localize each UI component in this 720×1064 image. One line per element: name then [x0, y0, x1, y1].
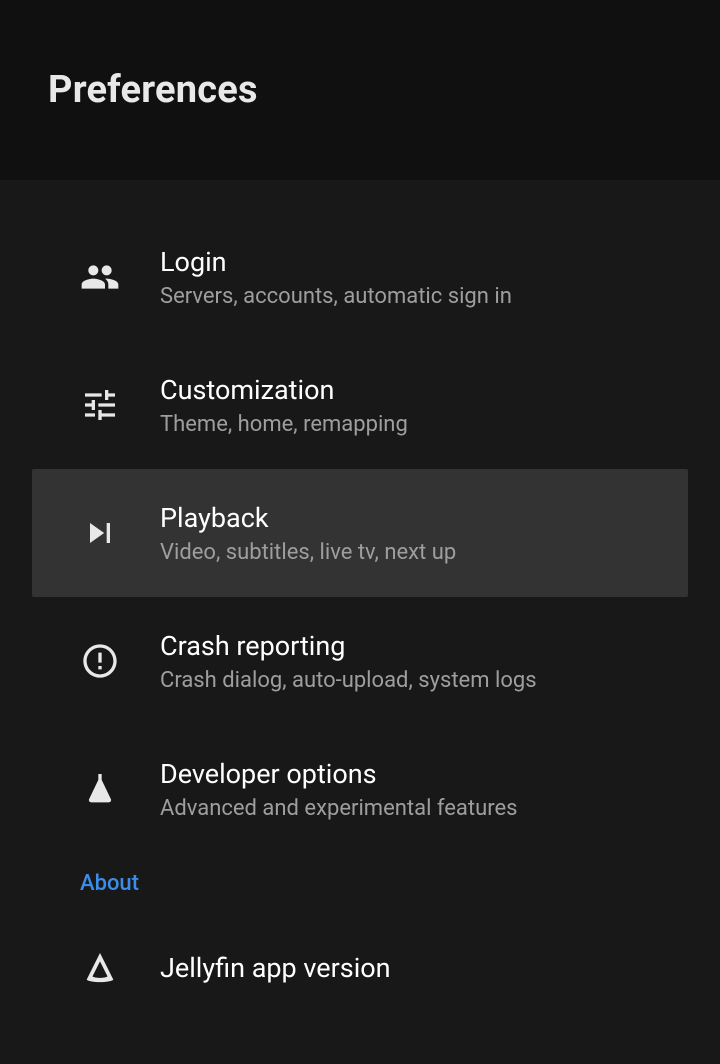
people-icon [80, 257, 160, 297]
pref-title: Developer options [160, 758, 518, 790]
pref-item-customization[interactable]: Customization Theme, home, remapping [32, 341, 688, 469]
skip-next-icon [80, 513, 160, 553]
pref-item-crash-reporting[interactable]: Crash reporting Crash dialog, auto-uploa… [32, 597, 688, 725]
tune-icon [80, 385, 160, 425]
pref-subtitle: Crash dialog, auto-upload, system logs [160, 668, 537, 693]
pref-text: Login Servers, accounts, automatic sign … [160, 246, 512, 309]
pref-subtitle: Video, subtitles, live tv, next up [160, 540, 456, 565]
pref-title: Crash reporting [160, 630, 537, 662]
pref-item-playback[interactable]: Playback Video, subtitles, live tv, next… [32, 469, 688, 597]
science-icon [80, 769, 160, 809]
preferences-header: Preferences [0, 0, 720, 181]
preferences-list: Login Servers, accounts, automatic sign … [0, 181, 720, 1064]
pref-item-login[interactable]: Login Servers, accounts, automatic sign … [32, 213, 688, 341]
page-title: Preferences [48, 68, 258, 112]
pref-text: Playback Video, subtitles, live tv, next… [160, 502, 456, 565]
pref-text: Developer options Advanced and experimen… [160, 758, 518, 821]
pref-title: Login [160, 246, 512, 278]
pref-text: Crash reporting Crash dialog, auto-uploa… [160, 630, 537, 693]
pref-title: Jellyfin app version [160, 952, 391, 984]
pref-text: Jellyfin app version [160, 952, 391, 984]
pref-text: Customization Theme, home, remapping [160, 374, 408, 437]
pref-subtitle: Advanced and experimental features [160, 796, 518, 821]
pref-title: Playback [160, 502, 456, 534]
pref-item-app-version[interactable]: Jellyfin app version [32, 904, 688, 1032]
jellyfin-icon [80, 948, 160, 988]
error-outline-icon [80, 641, 160, 681]
pref-subtitle: Theme, home, remapping [160, 412, 408, 437]
pref-title: Customization [160, 374, 408, 406]
section-label-about: About [32, 853, 688, 904]
pref-item-developer-options[interactable]: Developer options Advanced and experimen… [32, 725, 688, 853]
pref-subtitle: Servers, accounts, automatic sign in [160, 284, 512, 309]
